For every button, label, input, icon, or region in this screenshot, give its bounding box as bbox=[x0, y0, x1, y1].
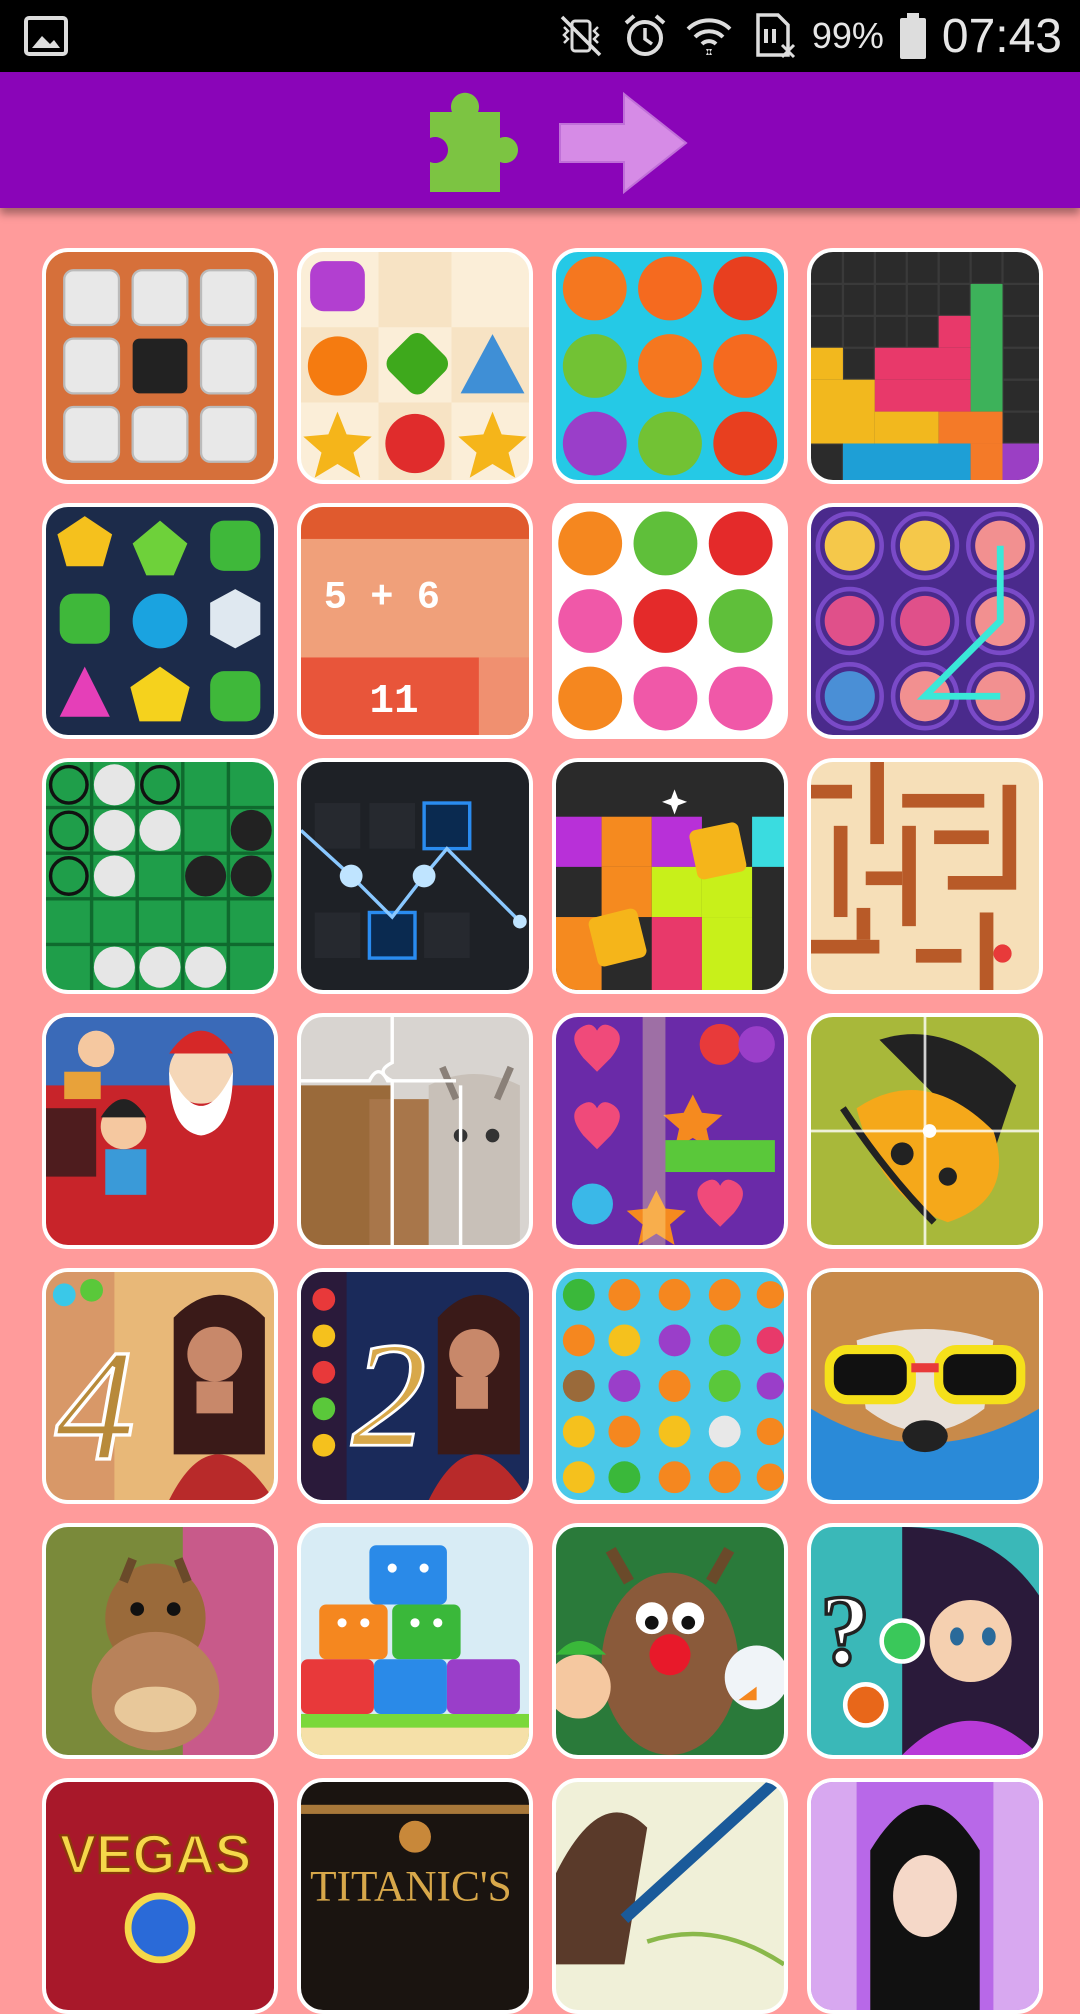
wifi-icon bbox=[686, 18, 732, 55]
game-tile-sliding-tiles[interactable] bbox=[42, 248, 278, 484]
game-tile-sunglasses-dog-jigsaw[interactable] bbox=[807, 1268, 1043, 1504]
clock: 07:43 bbox=[941, 9, 1062, 63]
game-tile-squirrel-jigsaw[interactable] bbox=[42, 1523, 278, 1759]
game-tile-block-faces-stack[interactable] bbox=[297, 1523, 533, 1759]
game-tile-jewel-lady-4[interactable]: 4 bbox=[42, 1268, 278, 1504]
gallery-icon bbox=[24, 16, 68, 56]
svg-text:4: 4 bbox=[55, 1317, 135, 1494]
game-tile-fruit-faces[interactable] bbox=[552, 1268, 788, 1504]
battery-icon bbox=[899, 13, 926, 59]
game-tile-purple-hearts-match[interactable] bbox=[552, 1013, 788, 1249]
game-tile-gem-match-pastel[interactable] bbox=[297, 248, 533, 484]
game-tile-vegas[interactable]: VEGAS bbox=[42, 1778, 278, 2014]
alarm-icon bbox=[624, 14, 666, 56]
game-tile-cat-jigsaw[interactable] bbox=[297, 1013, 533, 1249]
svg-text:2: 2 bbox=[351, 1311, 426, 1478]
game-tile-candy-balls-white[interactable] bbox=[552, 503, 788, 739]
forward-arrow-icon[interactable] bbox=[556, 88, 692, 198]
game-tile-block-columns[interactable] bbox=[807, 248, 1043, 484]
no-sim-icon bbox=[756, 13, 795, 59]
game-tile-candy-balls-cyan[interactable] bbox=[552, 248, 788, 484]
titanic-label: TITANIC'S bbox=[310, 1863, 512, 1911]
game-tile-girl-quiz[interactable]: ? bbox=[807, 1523, 1043, 1759]
game-tile-shapes-drop[interactable] bbox=[552, 758, 788, 994]
game-tile-christmas-friends[interactable] bbox=[552, 1523, 788, 1759]
game-tile-titanic[interactable]: TITANIC'S bbox=[297, 1778, 533, 2014]
status-bar: 99% 07:43 bbox=[0, 0, 1080, 72]
vegas-label: VEGAS bbox=[60, 1823, 252, 1885]
game-tile-dress-up-girl[interactable] bbox=[807, 1778, 1043, 2014]
puzzle-icon[interactable] bbox=[420, 82, 520, 202]
game-tile-wood-maze[interactable] bbox=[807, 758, 1043, 994]
toolbar bbox=[0, 72, 1080, 208]
equation-text: 5 + 6 bbox=[324, 575, 440, 619]
game-tile-sketch-girl[interactable] bbox=[552, 1778, 788, 2014]
battery-percent: 99% bbox=[811, 15, 884, 56]
game-tile-math-sum[interactable]: 5 + 6 11 bbox=[297, 503, 533, 739]
game-tile-nonogram-green[interactable] bbox=[42, 758, 278, 994]
game-tile-santa-jigsaw[interactable] bbox=[42, 1013, 278, 1249]
game-tile-linked-orbs[interactable] bbox=[807, 503, 1043, 739]
answer-text: 11 bbox=[369, 679, 418, 725]
game-tile-jewel-lady-2[interactable]: 2 bbox=[297, 1268, 533, 1504]
game-tile-butterfly-jigsaw[interactable] bbox=[807, 1013, 1043, 1249]
game-tile-neon-reflect[interactable] bbox=[297, 758, 533, 994]
vibrate-mute-icon bbox=[560, 15, 602, 57]
game-tile-jewel-crush-dark[interactable] bbox=[42, 503, 278, 739]
svg-text:?: ? bbox=[820, 1575, 870, 1686]
